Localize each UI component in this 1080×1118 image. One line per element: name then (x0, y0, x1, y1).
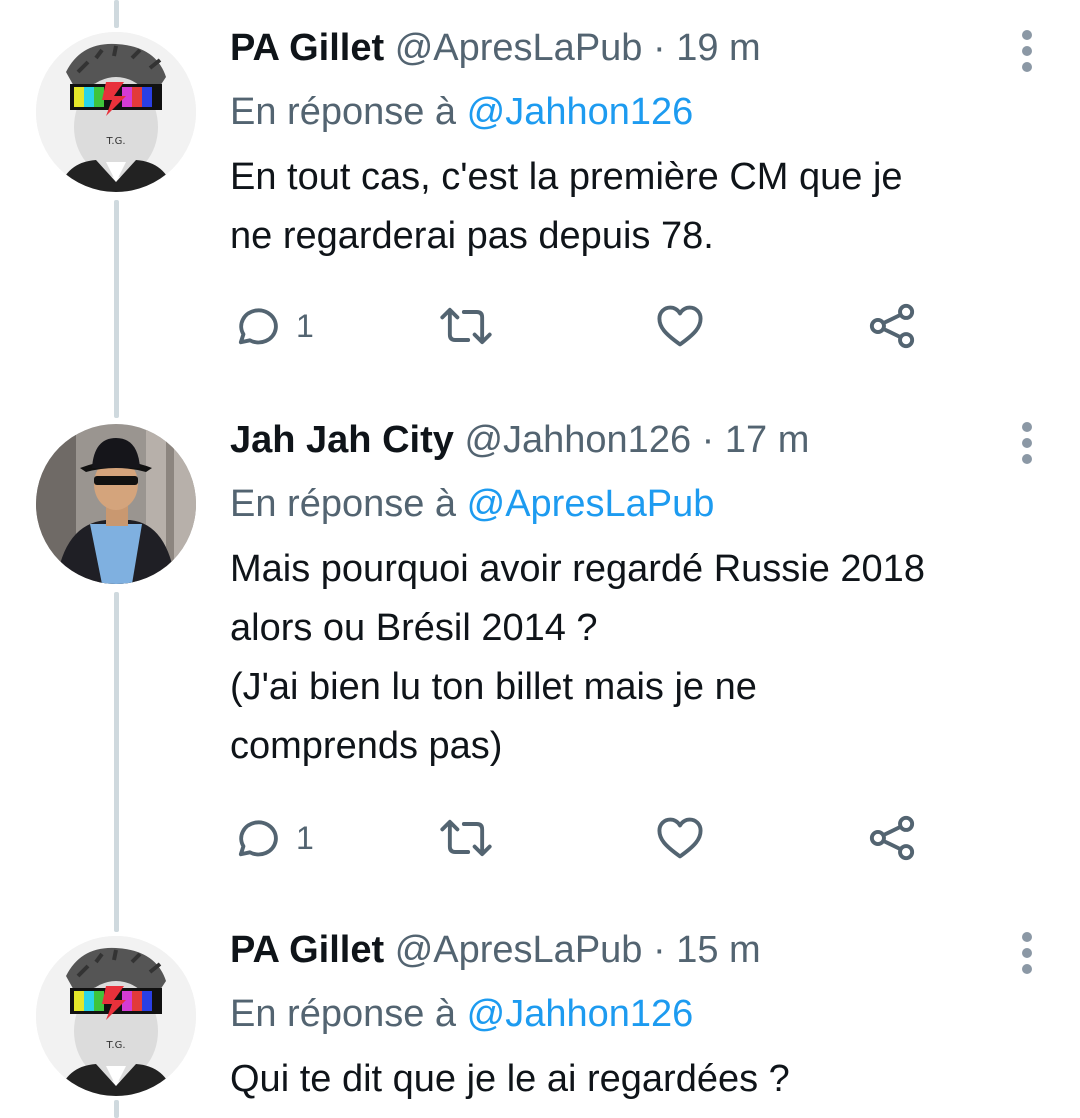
user-handle[interactable]: @ApresLaPub (395, 929, 643, 971)
tweet-text-line: En tout cas, c'est la première CM que je (230, 156, 903, 198)
like-icon (657, 305, 703, 347)
reply-icon (238, 308, 278, 345)
avatar[interactable]: T.G. (36, 32, 196, 192)
tweet-text-line: comprends pas) (230, 725, 503, 767)
reply-mention-link[interactable]: @Jahhon126 (467, 993, 694, 1035)
tweet-text-line: alors ou Brésil 2014 ? (230, 607, 598, 649)
tweet-header: Jah Jah City @Jahhon126 · 17 m (230, 416, 1040, 464)
reply-context: En réponse à @Jahhon126 (230, 990, 1040, 1038)
tweet-text-line: ne regarderai pas depuis 78. (230, 215, 714, 257)
display-name[interactable]: PA Gillet (230, 27, 384, 69)
separator: · (653, 929, 666, 971)
timestamp[interactable]: 15 m (676, 929, 760, 971)
reply-icon (238, 820, 278, 857)
more-vertical-icon[interactable] (1022, 422, 1034, 470)
retweet-icon (440, 819, 492, 857)
display-name[interactable]: PA Gillet (230, 929, 384, 971)
tweet-text: En tout cas, c'est la première CM que je… (230, 148, 1040, 266)
reply-context: En réponse à @ApresLaPub (230, 480, 1040, 528)
like-button[interactable] (654, 296, 706, 356)
share-icon (869, 815, 915, 861)
avatar-text: T.G. (105, 1040, 125, 1051)
reply-count: 1 (296, 307, 314, 344)
tweet-text-line: Mais pourquoi avoir regardé Russie 2018 (230, 548, 925, 590)
avatar-text: T.G. (105, 136, 125, 147)
share-icon (869, 303, 915, 349)
reply-prefix: En réponse à (230, 993, 457, 1035)
tweet-text: Mais pourquoi avoir regardé Russie 2018 … (230, 540, 1040, 776)
like-icon (657, 817, 703, 859)
reply-button[interactable]: 1 (230, 808, 314, 868)
retweet-button[interactable] (438, 296, 494, 356)
avatar-image (36, 424, 196, 584)
user-handle[interactable]: @Jahhon126 (464, 419, 691, 461)
avatar-image: T.G. (36, 936, 196, 1096)
like-button[interactable] (654, 808, 706, 868)
retweet-button[interactable] (438, 808, 494, 868)
tweet-text-line: (J'ai bien lu ton billet mais je ne (230, 666, 757, 708)
reply-prefix: En réponse à (230, 91, 457, 133)
tweet[interactable]: T.G. PA Gillet @ApresLaPub · 19 m En rép… (0, 0, 1080, 400)
separator: · (701, 419, 715, 461)
separator: · (653, 27, 666, 69)
more-vertical-icon[interactable] (1022, 932, 1034, 980)
avatar[interactable] (36, 424, 196, 584)
user-handle[interactable]: @ApresLaPub (395, 27, 643, 69)
reply-mention-link[interactable]: @ApresLaPub (467, 483, 715, 525)
tweet-actions: 1 (230, 296, 950, 356)
tweet-text: Qui te dit que je le ai regardées ? (230, 1050, 1040, 1109)
avatar-image: T.G. (36, 32, 196, 192)
tweet-header: PA Gillet @ApresLaPub · 15 m (230, 926, 1040, 974)
reply-button[interactable]: 1 (230, 296, 314, 356)
tweet-actions: 1 (230, 808, 950, 868)
share-button[interactable] (866, 296, 918, 356)
reply-prefix: En réponse à (230, 483, 457, 525)
retweet-icon (440, 307, 492, 345)
tweet-header: PA Gillet @ApresLaPub · 19 m (230, 24, 1040, 72)
timestamp[interactable]: 19 m (676, 27, 760, 69)
avatar[interactable]: T.G. (36, 936, 196, 1096)
reply-count: 1 (296, 819, 314, 856)
tweet-text-line: Qui te dit que je le ai regardées ? (230, 1058, 790, 1100)
more-vertical-icon[interactable] (1022, 30, 1034, 78)
tweet[interactable]: T.G. PA Gillet @ApresLaPub · 15 m En rép… (0, 910, 1080, 1118)
reply-mention-link[interactable]: @Jahhon126 (467, 91, 694, 133)
timestamp[interactable]: 17 m (725, 419, 809, 461)
display-name[interactable]: Jah Jah City (230, 419, 454, 461)
share-button[interactable] (866, 808, 918, 868)
reply-context: En réponse à @Jahhon126 (230, 88, 1040, 136)
tweet[interactable]: Jah Jah City @Jahhon126 · 17 m En répons… (0, 400, 1080, 910)
